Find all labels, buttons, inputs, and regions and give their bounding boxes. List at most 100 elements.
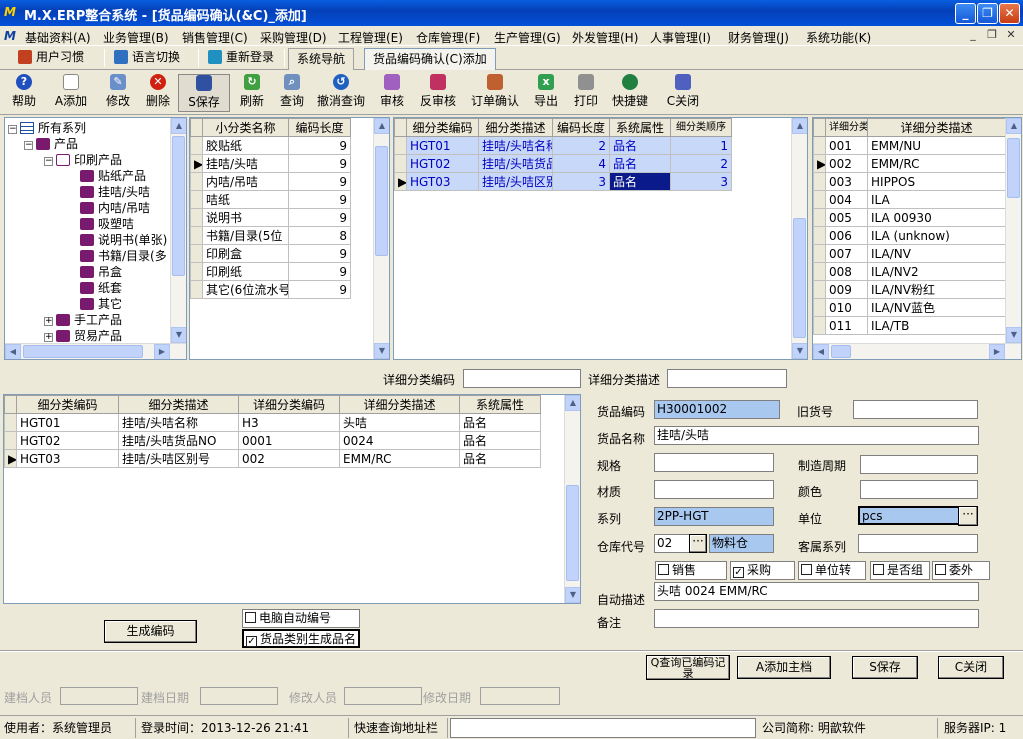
table-row[interactable]: ▶ 002 EMM/RC <box>813 154 1006 173</box>
table-cell[interactable]: 9 <box>288 136 351 155</box>
language-switch-button[interactable]: 语言切换 <box>110 48 180 68</box>
row-indicator[interactable] <box>190 190 203 209</box>
tree-node-manual[interactable]: 说明书(单张) <box>8 232 167 248</box>
table-row[interactable]: 其它(6位流水号 9 <box>190 280 351 299</box>
col-header[interactable]: 细分类顺序 <box>670 118 732 137</box>
tree-node-paper-sleeve[interactable]: 纸套 <box>8 280 167 296</box>
menu-production[interactable]: 生产管理(G) <box>494 29 561 46</box>
table-cell[interactable]: 头咭 <box>339 413 460 432</box>
mdi-minimize-icon[interactable]: _ <box>965 28 981 42</box>
row-indicator[interactable] <box>813 298 826 317</box>
table-row[interactable]: ▶ HGT03 挂咭/头咭区别号 002 EMM/RC 品名 <box>4 449 541 468</box>
row-indicator[interactable]: ▶ <box>4 449 17 468</box>
close-window-button[interactable]: ✕ <box>999 3 1020 24</box>
table-cell[interactable]: ILA/TB <box>867 316 1006 335</box>
col-header[interactable]: 编码长度 <box>552 118 610 137</box>
export-button[interactable]: x 导出 <box>530 74 562 112</box>
row-indicator[interactable] <box>190 136 203 155</box>
table-cell[interactable]: 2 <box>670 154 732 173</box>
table-cell[interactable]: 9 <box>288 280 351 299</box>
table-row[interactable]: ▶ 挂咭/头咭 9 <box>190 154 351 173</box>
relogin-button[interactable]: 重新登录 <box>204 48 274 68</box>
table-cell[interactable]: 008 <box>825 262 868 281</box>
tree-node-books[interactable]: 书籍/目录(多 <box>8 248 167 264</box>
tab-system-nav[interactable]: 系统导航 <box>288 48 355 70</box>
form-close-button[interactable]: C关闭 <box>938 656 1004 679</box>
filter-desc-input[interactable] <box>667 369 787 388</box>
menu-outsource[interactable]: 外发管理(H) <box>572 29 638 46</box>
mdi-restore-icon[interactable]: ❐ <box>984 28 1000 42</box>
row-indicator[interactable] <box>190 226 203 245</box>
auto-number-checkbox[interactable]: 电脑自动编号 <box>242 609 360 628</box>
row-indicator[interactable] <box>190 280 203 299</box>
row-indicator[interactable] <box>190 172 203 191</box>
table-cell[interactable]: 0001 <box>238 431 340 450</box>
outsource-checkbox[interactable]: 委外 <box>932 561 990 580</box>
table-cell[interactable]: HGT03 <box>16 449 119 468</box>
row-indicator[interactable]: ▶ <box>190 154 203 173</box>
table-cell[interactable]: 005 <box>825 208 868 227</box>
help-button[interactable]: ? 帮助 <box>6 74 42 112</box>
unaudit-button[interactable]: 反审核 <box>416 74 460 112</box>
menu-sales[interactable]: 销售管理(C) <box>182 29 248 46</box>
table-row[interactable]: 011 ILA/TB <box>813 316 1006 335</box>
col-header[interactable]: 详细分类描述 <box>867 118 1006 137</box>
table-cell[interactable]: 006 <box>825 226 868 245</box>
table-cell[interactable]: 9 <box>288 262 351 281</box>
table-cell[interactable]: 8 <box>288 226 351 245</box>
filter-code-input[interactable] <box>463 369 581 388</box>
table-row[interactable]: 010 ILA/NV蓝色 <box>813 298 1006 317</box>
table-cell[interactable]: ILA (unknow) <box>867 226 1006 245</box>
auto-desc-field[interactable]: 头咭 0024 EMM/RC <box>654 582 979 601</box>
table-cell[interactable]: 胶贴纸 <box>202 136 289 155</box>
table-row[interactable]: 印刷盒 9 <box>190 244 351 263</box>
edit-button[interactable]: ✎ 修改 <box>102 74 134 112</box>
table-cell[interactable]: 1 <box>670 136 732 155</box>
save-button[interactable]: S保存 <box>178 74 230 112</box>
table-cell[interactable]: 内咭/吊咭 <box>202 172 289 191</box>
col-header[interactable]: 详细分类编码 <box>825 118 868 137</box>
menu-hr[interactable]: 人事管理(I) <box>650 29 711 46</box>
row-indicator[interactable] <box>813 208 826 227</box>
add-button[interactable]: A添加 <box>50 74 92 112</box>
goods-name-field[interactable]: 挂咭/头咭 <box>654 426 979 445</box>
material-field[interactable] <box>654 480 774 499</box>
tab-goods-code-confirm[interactable]: 货品编码确认(C)添加 <box>364 48 496 70</box>
table-row[interactable]: 007 ILA/NV <box>813 244 1006 263</box>
table-row[interactable]: 印刷纸 9 <box>190 262 351 281</box>
table-row[interactable]: HGT01 挂咭/头咭名称 2 品名 1 <box>394 136 732 155</box>
table-row[interactable]: HGT02 挂咭/头咭货品NO 0001 0024 品名 <box>4 431 541 450</box>
table-cell[interactable]: 3 <box>552 172 610 191</box>
code-list-hscroll[interactable]: ◀ ▶ <box>813 343 1021 359</box>
table-cell[interactable]: HGT01 <box>16 413 119 432</box>
table-cell[interactable]: HGT01 <box>406 136 479 155</box>
warehouse-code-field[interactable]: 02 <box>654 534 690 553</box>
user-habit-button[interactable]: 用户习惯 <box>14 48 84 68</box>
table-row[interactable]: HGT02 挂咭/头咭货品 4 品名 2 <box>394 154 732 173</box>
table-row[interactable]: ▶ HGT03 挂咭/头咭区别 3 品名 3 <box>394 172 732 191</box>
table-row[interactable]: 005 ILA 00930 <box>813 208 1006 227</box>
row-indicator[interactable] <box>813 262 826 281</box>
row-indicator[interactable]: ▶ <box>394 172 407 191</box>
table-cell[interactable]: 4 <box>552 154 610 173</box>
note-field[interactable] <box>654 609 979 628</box>
table-row[interactable]: 胶贴纸 9 <box>190 136 351 155</box>
customer-series-field[interactable] <box>858 534 978 553</box>
row-indicator[interactable] <box>813 316 826 335</box>
table-cell[interactable]: 品名 <box>459 413 541 432</box>
table-cell[interactable]: 品名 <box>609 154 671 173</box>
menu-warehouse[interactable]: 仓库管理(F) <box>416 29 480 46</box>
tree-node-printing[interactable]: − 印刷产品 <box>8 152 167 168</box>
mdi-close-icon[interactable]: ✕ <box>1003 28 1019 42</box>
maximize-button[interactable]: ❐ <box>977 3 998 24</box>
tree-hscroll[interactable]: ◀ ▶ <box>5 343 186 359</box>
table-cell[interactable]: HGT02 <box>16 431 119 450</box>
order-confirm-button[interactable]: 订单确认 <box>468 74 522 112</box>
table-cell[interactable]: 印刷纸 <box>202 262 289 281</box>
cycle-field[interactable] <box>860 455 978 474</box>
col-header[interactable]: 小分类名称 <box>202 118 289 137</box>
detail-class-vscroll[interactable]: ▲ ▼ <box>791 118 807 359</box>
table-row[interactable]: HGT01 挂咭/头咭名称 H3 头咭 品名 <box>4 413 541 432</box>
row-indicator[interactable] <box>190 208 203 227</box>
table-cell[interactable]: 挂咭/头咭货品NO <box>118 431 239 450</box>
